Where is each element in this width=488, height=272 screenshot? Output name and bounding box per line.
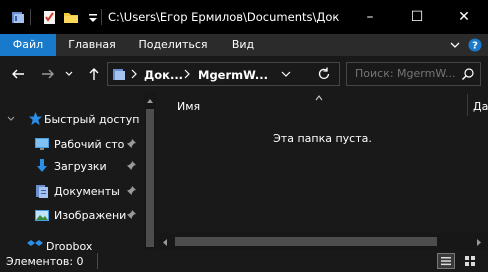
column-divider[interactable]: [467, 94, 468, 116]
minimize-icon: –: [366, 9, 374, 25]
address-toolbar: Док... MgermW...: [0, 56, 488, 92]
scroll-left-icon[interactable]: [161, 237, 169, 250]
nav-item-documents[interactable]: Документы: [0, 180, 144, 202]
documents-icon: [34, 183, 50, 202]
pin-icon[interactable]: [126, 209, 137, 220]
status-divider: [97, 253, 98, 269]
address-bar[interactable]: Док... MgermW...: [107, 62, 340, 86]
nav-item-label: Загрузки: [54, 159, 107, 173]
breadcrumb-segment-documents[interactable]: Док...: [144, 68, 183, 82]
ribbon-expand-icon[interactable]: [448, 38, 462, 55]
nav-item-dropbox[interactable]: Dropbox: [0, 235, 144, 250]
details-view-icon: [441, 257, 451, 266]
breadcrumb-chevron-icon[interactable]: [182, 65, 192, 86]
folder-app-icon[interactable]: [10, 9, 26, 25]
search-box[interactable]: [346, 62, 481, 86]
nav-item-label: Быстрый доступ: [44, 112, 140, 126]
nav-item-label: Dropbox: [46, 239, 93, 251]
nav-scrollbar[interactable]: [144, 92, 156, 250]
file-list[interactable]: Имя Да Эта папка пуста.: [157, 92, 488, 250]
navigation-pane: Быстрый доступ Рабочий сто Загрузки Доку…: [0, 92, 156, 250]
title-bar: C:\Users\Егор Ермилов\Documents\Док... –…: [0, 0, 488, 34]
refresh-icon[interactable]: [316, 66, 332, 85]
scroll-up-icon[interactable]: [146, 95, 154, 108]
download-icon: [34, 158, 50, 177]
breadcrumb-segment-current[interactable]: MgermW...: [198, 68, 268, 82]
desktop-icon: [34, 136, 50, 155]
nav-item-label: Рабочий сто: [54, 137, 125, 151]
column-header-name[interactable]: Имя: [177, 100, 200, 113]
sort-ascending-icon: [314, 92, 324, 105]
star-icon: [28, 111, 43, 129]
details-view-button[interactable]: [437, 253, 455, 269]
up-arrow-icon[interactable]: [86, 66, 102, 82]
horizontal-scroll-thumb[interactable]: [175, 237, 437, 246]
dropbox-icon: [27, 238, 43, 250]
documents-folder-icon: [111, 66, 127, 85]
item-count: Элементов: 0: [6, 255, 84, 268]
nav-item-label: Документы: [54, 184, 120, 198]
large-icons-view-icon: [465, 256, 475, 266]
scroll-right-icon[interactable]: [475, 237, 483, 250]
new-folder-icon[interactable]: [63, 9, 79, 25]
recent-locations-icon[interactable]: [64, 66, 74, 82]
tab-view[interactable]: Вид: [218, 34, 268, 56]
horizontal-scrollbar[interactable]: [157, 233, 488, 250]
help-icon[interactable]: ?: [468, 38, 482, 55]
nav-scroll-thumb[interactable]: [146, 109, 154, 247]
pin-icon[interactable]: [126, 185, 137, 196]
pin-icon[interactable]: [126, 160, 137, 171]
minimize-button[interactable]: –: [347, 0, 393, 34]
title-divider: [101, 9, 102, 25]
nav-item-quick-access[interactable]: Быстрый доступ: [0, 108, 144, 130]
ribbon-tabs: Файл Главная Поделиться Вид ?: [0, 34, 488, 56]
maximize-button[interactable]: ☐: [394, 0, 440, 34]
window-title: C:\Users\Егор Ермилов\Documents\Док...: [108, 10, 340, 24]
tab-home[interactable]: Главная: [56, 34, 128, 56]
nav-item-label: Изображени: [54, 208, 127, 222]
nav-item-pictures[interactable]: Изображени: [0, 204, 144, 226]
column-header-date[interactable]: Да: [473, 100, 488, 113]
svg-text:?: ?: [472, 41, 478, 52]
nav-item-downloads[interactable]: Загрузки: [0, 155, 144, 177]
chevron-down-icon[interactable]: [6, 114, 16, 127]
large-icons-view-button[interactable]: [461, 253, 479, 269]
tab-file[interactable]: Файл: [0, 34, 56, 56]
search-input[interactable]: [355, 67, 455, 80]
forward-arrow-icon[interactable]: [40, 66, 56, 82]
tab-share[interactable]: Поделиться: [128, 34, 218, 56]
qat-dropdown-icon[interactable]: [85, 9, 101, 25]
back-arrow-icon[interactable]: [10, 66, 26, 82]
nav-item-desktop[interactable]: Рабочий сто: [0, 133, 144, 155]
properties-icon[interactable]: [42, 9, 58, 25]
close-icon: ✕: [458, 9, 470, 25]
close-button[interactable]: ✕: [441, 0, 487, 34]
breadcrumb-chevron-icon[interactable]: [129, 65, 139, 86]
pin-icon[interactable]: [126, 138, 137, 149]
address-dropdown-icon[interactable]: [280, 67, 292, 84]
qat-divider: [30, 9, 31, 25]
maximize-icon: ☐: [410, 9, 424, 25]
empty-folder-message: Эта папка пуста.: [273, 132, 372, 145]
status-bar: Элементов: 0: [0, 250, 488, 272]
search-icon: [461, 67, 475, 84]
pictures-icon: [34, 207, 50, 226]
